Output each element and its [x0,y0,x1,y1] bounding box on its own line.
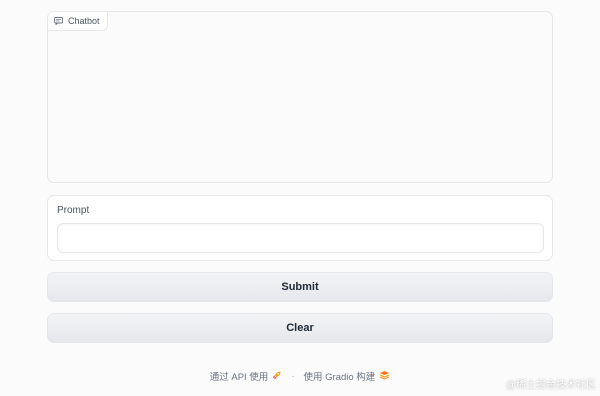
gradio-logo-icon [379,370,390,383]
chatbot-panel: Chatbot [47,11,553,183]
watermark: @稀土掘金技术社区 [505,380,596,391]
gradio-link[interactable]: 使用 Gradio 构建 [303,369,390,383]
chatbot-label-text: Chatbot [68,16,100,26]
chat-icon [54,17,63,25]
gradio-link-text: 使用 Gradio 构建 [303,372,376,383]
rocket-icon [272,370,282,383]
chatbot-label: Chatbot [48,12,108,31]
prompt-label: Prompt [57,205,90,216]
prompt-panel: Prompt [47,195,553,261]
prompt-input[interactable] [57,223,544,253]
submit-button[interactable]: Submit [47,272,553,302]
footer-separator: · [291,370,295,382]
api-usage-link[interactable]: 通过 API 使用 [210,369,283,383]
clear-button[interactable]: Clear [47,313,553,343]
api-usage-link-text: 通过 API 使用 [209,372,269,383]
